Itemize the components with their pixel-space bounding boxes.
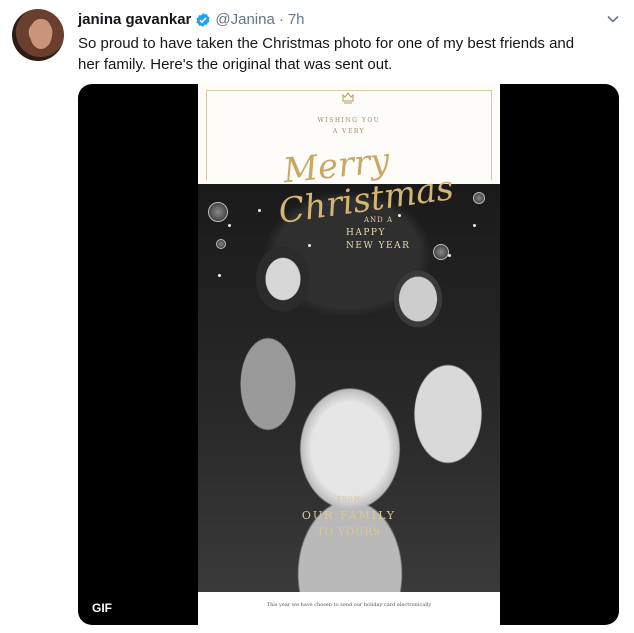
author-name[interactable]: janina gavankar: [78, 11, 191, 29]
verified-badge-icon: [195, 12, 211, 28]
author-handle[interactable]: @Janina: [215, 11, 274, 29]
christmas-card-image: WISHING YOU A VERY AND A HAPPY NEW YEAR …: [198, 84, 500, 625]
chevron-down-icon[interactable]: [606, 12, 620, 26]
tweet-text: So proud to have taken the Christmas pho…: [78, 33, 618, 75]
card-footnote: This year we have chosen to send our hol…: [266, 602, 432, 608]
tweet-text-line-1: So proud to have taken the Christmas pho…: [78, 35, 575, 52]
tweet-text-line-2: her family. Here's the original that was…: [78, 56, 393, 73]
our-family-text: OUR FAMILY: [301, 509, 397, 522]
from-text: FROM: [337, 496, 361, 503]
new-year-text: NEW YEAR: [346, 241, 411, 251]
gif-badge: GIF: [86, 599, 118, 617]
card-footer: This year we have chosen to send our hol…: [198, 592, 500, 625]
wishing-line-1: WISHING YOU: [317, 117, 381, 124]
to-yours-text: TO YOURS: [317, 527, 381, 538]
timestamp[interactable]: 7h: [288, 11, 305, 29]
separator-dot: ·: [278, 11, 284, 28]
happy-text: HAPPY: [346, 228, 386, 238]
tweet-header: janina gavankar @Janina · 7h: [78, 11, 594, 29]
wishing-line-2: A VERY: [332, 128, 366, 135]
crest-icon: [342, 92, 354, 104]
tweet-media[interactable]: WISHING YOU A VERY AND A HAPPY NEW YEAR …: [78, 84, 619, 625]
avatar[interactable]: [12, 9, 64, 61]
family-photo: AND A HAPPY NEW YEAR FROM OUR FAMILY TO …: [198, 184, 500, 592]
